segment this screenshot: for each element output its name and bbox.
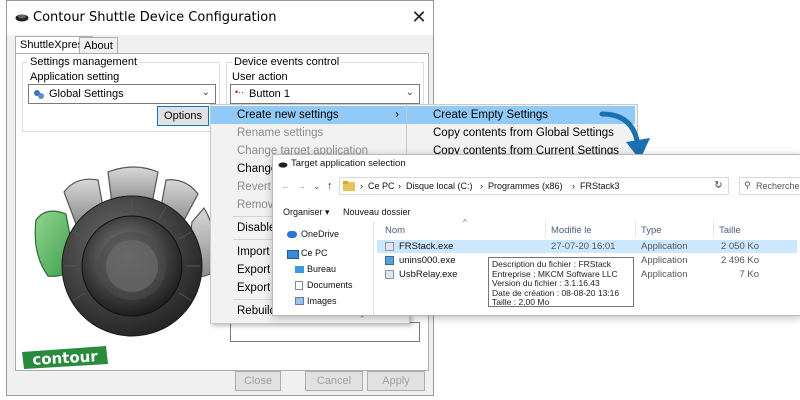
menu-item-label: Create new settings bbox=[237, 109, 339, 121]
apply-button[interactable]: Apply bbox=[367, 371, 425, 391]
file-type: Application bbox=[641, 255, 688, 266]
search-icon: ⚲ bbox=[744, 180, 751, 190]
file-size: 2 050 Ko bbox=[720, 241, 759, 252]
nav-bureau[interactable]: Bureau bbox=[307, 264, 336, 274]
tooltip-line: Taille : 2,00 Mo bbox=[492, 297, 550, 307]
organize-button[interactable]: Organiser ▾ bbox=[283, 207, 330, 218]
address-bar[interactable]: › Ce PC › Disque local (C:) › Programmes… bbox=[339, 177, 729, 195]
file-type: Application bbox=[641, 241, 688, 252]
options-button[interactable]: Options bbox=[157, 106, 209, 126]
exe-icon bbox=[385, 242, 394, 251]
global-settings-icon bbox=[34, 90, 44, 99]
file-type: Application bbox=[641, 269, 688, 280]
file-name: FRStack.exe bbox=[399, 241, 454, 252]
installer-icon bbox=[385, 256, 394, 265]
nav-ce-pc[interactable]: Ce PC bbox=[301, 248, 328, 258]
sort-caret-icon: ^ bbox=[463, 218, 467, 227]
file-size: 2 496 Ko bbox=[720, 255, 759, 266]
nav-documents[interactable]: Documents bbox=[307, 280, 353, 290]
cloud-icon bbox=[287, 231, 297, 238]
breadcrumb-ce-pc[interactable]: Ce PC bbox=[368, 181, 395, 191]
column-size[interactable]: Taille bbox=[719, 225, 741, 236]
file-name: UsbRelay.exe bbox=[399, 269, 458, 280]
table-row[interactable]: FRStack.exe 27-07-20 16:01 Application 2… bbox=[377, 240, 797, 253]
window-title: Contour Shuttle Device Configuration bbox=[33, 10, 277, 25]
column-type[interactable]: Type bbox=[641, 225, 662, 236]
device-events-label: Device events control bbox=[232, 56, 342, 68]
documents-icon bbox=[295, 281, 303, 290]
settings-management-label: Settings management bbox=[28, 56, 140, 68]
column-name[interactable]: Nom bbox=[385, 225, 405, 236]
contour-logo: contour bbox=[22, 346, 108, 369]
folder-icon bbox=[343, 181, 355, 191]
forward-arrow-icon[interactable]: → bbox=[297, 181, 306, 191]
user-action-select[interactable]: •·· Button 1 ⌄ bbox=[230, 84, 420, 104]
dialog-title: Target application selection bbox=[291, 158, 406, 169]
close-window-button[interactable]: ✕ bbox=[407, 5, 431, 29]
breadcrumb-sep: › bbox=[360, 181, 363, 191]
chevron-down-icon: ⌄ bbox=[201, 87, 210, 98]
desktop-icon bbox=[295, 266, 304, 273]
column-divider bbox=[635, 221, 636, 237]
breadcrumb-sep: › bbox=[398, 181, 401, 191]
file-modified: 27-07-20 16:01 bbox=[551, 241, 616, 252]
breadcrumb-programmes[interactable]: Programmes (x86) bbox=[488, 181, 563, 191]
up-arrow-icon[interactable]: ↑ bbox=[327, 180, 333, 192]
cancel-button[interactable]: Cancel bbox=[305, 371, 363, 391]
shuttle-app-icon bbox=[278, 162, 288, 168]
breadcrumb-sep: › bbox=[572, 181, 575, 191]
breadcrumb-sep: › bbox=[480, 181, 483, 191]
chevron-down-icon: ⌄ bbox=[405, 87, 414, 98]
action-field[interactable] bbox=[230, 322, 420, 342]
images-icon bbox=[295, 297, 304, 305]
file-size: 7 Ko bbox=[739, 269, 759, 280]
file-info-tooltip: Description du fichier : FRStack Entrepr… bbox=[488, 257, 634, 307]
search-input[interactable]: ⚲ Rechercher bbox=[739, 177, 800, 195]
title-bar: Contour Shuttle Device Configuration ✕ bbox=[7, 1, 433, 35]
organize-label: Organiser bbox=[283, 207, 323, 217]
chevron-right-icon: › bbox=[395, 109, 399, 121]
shuttle-device-image bbox=[34, 166, 216, 337]
nav-images[interactable]: Images bbox=[307, 296, 337, 306]
breadcrumb-frstack3[interactable]: FRStack3 bbox=[580, 181, 620, 191]
svg-text:contour: contour bbox=[32, 347, 99, 368]
chevron-down-icon[interactable]: ⌄ bbox=[313, 181, 321, 192]
file-name: unins000.exe bbox=[399, 255, 456, 266]
column-modified[interactable]: Modifié le bbox=[551, 225, 592, 236]
application-setting-value: Global Settings bbox=[49, 88, 124, 100]
nav-onedrive[interactable]: OneDrive bbox=[301, 229, 339, 239]
tab-about[interactable]: About bbox=[79, 37, 118, 54]
user-action-value: Button 1 bbox=[249, 88, 290, 100]
button-dots-icon: •·· bbox=[235, 87, 245, 97]
back-arrow-icon[interactable]: ← bbox=[281, 181, 290, 191]
menu-item-create-new-settings[interactable]: Create new settings › bbox=[211, 106, 407, 124]
refresh-icon[interactable]: ↻ bbox=[709, 177, 729, 195]
navigation-pane: OneDrive Ce PC Bureau Documents Images bbox=[273, 221, 374, 315]
breadcrumb-disque-local[interactable]: Disque local (C:) bbox=[406, 181, 473, 191]
close-button[interactable]: Close bbox=[235, 371, 281, 391]
user-action-label: User action bbox=[232, 71, 288, 83]
column-divider bbox=[545, 221, 546, 237]
shuttle-app-icon bbox=[15, 14, 29, 22]
menu-item-rename-settings[interactable]: Rename settings bbox=[211, 124, 407, 142]
application-setting-select[interactable]: Global Settings ⌄ bbox=[28, 84, 216, 104]
computer-icon bbox=[287, 250, 299, 259]
search-placeholder: Rechercher bbox=[756, 181, 800, 191]
new-folder-button[interactable]: Nouveau dossier bbox=[343, 207, 411, 217]
column-divider bbox=[713, 221, 714, 237]
exe-icon bbox=[385, 270, 394, 279]
application-setting-label: Application setting bbox=[30, 71, 120, 83]
